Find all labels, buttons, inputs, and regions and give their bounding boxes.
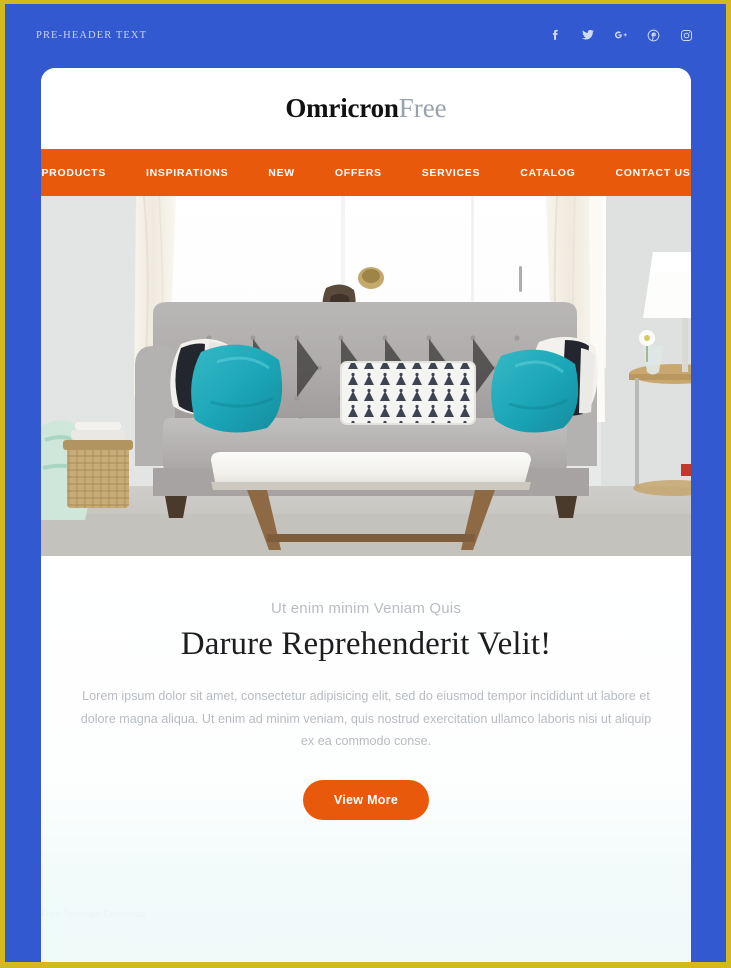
section-eyebrow: Ut enim minim Veniam Quis [270,600,462,617]
watermark-text: Free Template Download [41,909,146,919]
facebook-icon[interactable] [546,27,563,44]
brand-logo[interactable]: OmricronFree [285,95,446,122]
email-body-card: OmricronFree PRODUCTS INSPIRATIONS NEW O… [41,68,691,962]
main-navigation: PRODUCTS INSPIRATIONS NEW OFFERS SERVICE… [41,149,691,196]
nav-item-new[interactable]: NEW [248,167,315,179]
nav-item-services[interactable]: SERVICES [402,167,501,179]
twitter-icon[interactable] [579,27,596,44]
preheader-text: PRE-HEADER TEXT [36,29,148,41]
nav-item-offers[interactable]: OFFERS [315,167,402,179]
nav-item-catalog[interactable]: CATALOG [500,167,595,179]
view-more-button[interactable]: View More [302,779,430,820]
email-canvas: PRE-HEADER TEXT OmricronFree PRODUCTS IN… [5,4,726,962]
pinterest-icon[interactable] [645,27,662,44]
instagram-icon[interactable] [678,27,695,44]
social-links [546,27,695,44]
page-title: Darure Reprehenderit Velit! [180,626,552,662]
nav-item-products[interactable]: PRODUCTS [41,167,126,179]
nav-item-inspirations[interactable]: INSPIRATIONS [126,167,248,179]
nav-item-contact-us[interactable]: CONTACT US [595,167,691,179]
body-paragraph: Lorem ipsum dolor sit amet, consectetur … [80,689,652,748]
logo-band: OmricronFree [41,68,691,149]
hero-image [41,196,691,556]
content-section: Ut enim minim Veniam Quis Darure Reprehe… [41,556,691,962]
brand-name-secondary: Free [398,93,447,123]
google-plus-icon[interactable] [612,27,629,44]
preheader-bar: PRE-HEADER TEXT [5,4,726,66]
brand-name-primary: Omricron [285,93,399,123]
page-frame: PRE-HEADER TEXT OmricronFree PRODUCTS IN… [0,0,731,968]
